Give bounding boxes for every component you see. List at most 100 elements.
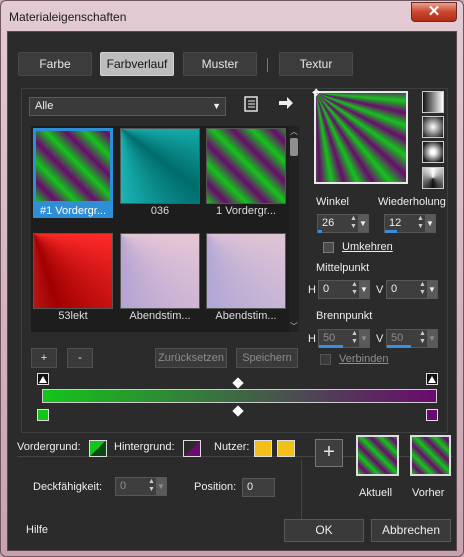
- remove-gradient-button[interactable]: -: [67, 348, 93, 368]
- current-gradient-swatch[interactable]: [356, 435, 399, 476]
- gradient-thumbnail: [120, 128, 200, 204]
- focal-h-label: H: [308, 333, 316, 345]
- save-button[interactable]: Speichern: [236, 348, 298, 368]
- invert-checkbox[interactable]: [323, 242, 334, 253]
- scroll-thumb[interactable]: [290, 138, 298, 156]
- background-swatch[interactable]: [183, 440, 201, 457]
- radial-style-icon[interactable]: [422, 141, 444, 163]
- spin-arrows-icon[interactable]: ▲ ▼: [418, 281, 427, 297]
- library-item-label: 1 Vordergr...: [216, 205, 276, 217]
- color-stop-right[interactable]: [426, 409, 438, 421]
- add-to-library-button[interactable]: +: [315, 439, 343, 467]
- cancel-button[interactable]: Abbrechen: [371, 519, 451, 542]
- ok-button[interactable]: OK: [284, 519, 364, 542]
- angle-label: Winkel: [316, 196, 350, 208]
- sunburst-style-icon[interactable]: [422, 167, 444, 189]
- library-item[interactable]: Abendstim...: [206, 233, 286, 322]
- focal-h-slider[interactable]: [319, 345, 343, 348]
- library-item[interactable]: #1 Vordergr...: [33, 128, 113, 218]
- library-item[interactable]: 53lekt: [33, 233, 113, 322]
- midpoint-v-value: 0: [391, 283, 398, 295]
- book-icon[interactable]: [244, 96, 258, 112]
- help-link[interactable]: Hilfe: [26, 524, 48, 536]
- chevron-down-icon[interactable]: ▼: [427, 330, 437, 347]
- close-button[interactable]: ✕: [411, 2, 457, 22]
- linear-style-icon[interactable]: [422, 91, 444, 113]
- opacity-label: Deckfähigkeit:: [33, 481, 103, 493]
- tab-farbverlauf[interactable]: Farbverlauf: [100, 52, 174, 76]
- library-item[interactable]: 036: [120, 128, 200, 217]
- chevron-down-icon[interactable]: ▼: [359, 330, 369, 347]
- plus-icon: +: [323, 441, 335, 463]
- previous-gradient-swatch[interactable]: [410, 435, 451, 476]
- midpoint-v-label: V: [376, 284, 384, 296]
- user-swatch-2[interactable]: [277, 440, 295, 457]
- link-checkbox[interactable]: [320, 354, 331, 365]
- midpoint-h-input[interactable]: 0 ▲ ▼ ▼: [318, 280, 370, 299]
- focal-label: Brennpunkt: [316, 310, 373, 322]
- angle-input[interactable]: 26 ▲ ▼ ▼: [317, 214, 369, 233]
- gradient-editor-bar[interactable]: [42, 389, 437, 403]
- spin-arrows-icon[interactable]: ▲ ▼: [147, 478, 156, 494]
- tab-textur[interactable]: Textur: [279, 52, 353, 76]
- midpoint-v-input[interactable]: 0 ▲ ▼ ▼: [386, 280, 438, 299]
- user-swatch-1[interactable]: [254, 440, 272, 457]
- opacity-stop-right[interactable]: [426, 373, 438, 385]
- scroll-up-icon[interactable]: ︿: [290, 126, 298, 137]
- rectangular-style-icon[interactable]: [422, 116, 444, 138]
- library-item[interactable]: 1 Vordergr...: [206, 128, 286, 217]
- library-item-label: 53lekt: [58, 310, 88, 322]
- tab-farbe[interactable]: Farbe: [18, 52, 92, 76]
- spin-arrows-icon[interactable]: ▲ ▼: [418, 330, 427, 346]
- foreground-swatch[interactable]: [89, 440, 107, 457]
- chevron-down-icon: ▼: [212, 101, 221, 111]
- chevron-down-icon[interactable]: ▼: [156, 478, 166, 495]
- background-label: Hintergrund:: [114, 441, 175, 453]
- user-label: Nutzer:: [214, 441, 250, 453]
- midpoint-h-label: H: [308, 284, 316, 296]
- midpoint-h-value: 0: [323, 283, 330, 295]
- chevron-down-icon[interactable]: ▼: [359, 281, 369, 298]
- library-item-label: Abendstim...: [215, 310, 277, 322]
- current-label: Aktuell: [359, 487, 393, 499]
- library-item[interactable]: Abendstim...: [120, 233, 200, 322]
- close-icon: ✕: [427, 3, 441, 20]
- category-select[interactable]: Alle ▼: [29, 97, 226, 116]
- gradient-preview[interactable]: ✥: [312, 88, 408, 184]
- opacity-stop-left[interactable]: [37, 373, 49, 385]
- tab-muster[interactable]: Muster: [183, 52, 257, 76]
- spin-arrows-icon[interactable]: ▲ ▼: [350, 330, 359, 346]
- window-title: Materialeigenschaften: [9, 10, 127, 24]
- library-item-label: 036: [150, 205, 170, 217]
- position-label: Position:: [194, 481, 237, 493]
- library-scrollbar[interactable]: ︿ ﹀: [289, 126, 299, 332]
- reset-button[interactable]: Zurücksetzen: [155, 348, 227, 368]
- link-label: Verbinden: [339, 353, 389, 365]
- add-gradient-button[interactable]: +: [31, 348, 57, 368]
- chevron-down-icon[interactable]: ▼: [425, 215, 435, 232]
- gradient-thumbnail: [33, 128, 113, 204]
- midpoint-label: Mittelpunkt: [316, 262, 370, 274]
- opacity-input[interactable]: 0 ▲ ▼ ▼: [115, 477, 167, 496]
- spin-arrows-icon[interactable]: ▲ ▼: [350, 281, 359, 297]
- center-handle-icon[interactable]: ✥: [312, 88, 320, 99]
- dialog-content: Farbe Farbverlauf Muster Textur Alle ▼ #…: [7, 31, 457, 551]
- foreground-label: Vordergrund:: [17, 441, 81, 453]
- angle-slider[interactable]: [318, 230, 322, 233]
- focal-v-label: V: [376, 333, 384, 345]
- category-value: Alle: [35, 100, 54, 112]
- chevron-down-icon[interactable]: ▼: [427, 281, 437, 298]
- gradient-thumbnail: [206, 128, 286, 204]
- spin-arrows-icon[interactable]: ▲ ▼: [416, 215, 425, 231]
- library-item-label: Abendstim...: [129, 310, 191, 322]
- scroll-down-icon[interactable]: ﹀: [290, 321, 298, 332]
- repeat-slider[interactable]: [385, 230, 397, 233]
- position-input[interactable]: 0: [242, 478, 275, 497]
- color-stop-left[interactable]: [37, 409, 49, 421]
- spin-arrows-icon[interactable]: ▲ ▼: [349, 215, 358, 231]
- position-value: 0: [247, 481, 254, 493]
- arrow-right-icon[interactable]: [278, 96, 294, 110]
- title-bar: Materialeigenschaften ✕: [1, 1, 463, 31]
- focal-v-slider[interactable]: [387, 345, 411, 348]
- chevron-down-icon[interactable]: ▼: [358, 215, 368, 232]
